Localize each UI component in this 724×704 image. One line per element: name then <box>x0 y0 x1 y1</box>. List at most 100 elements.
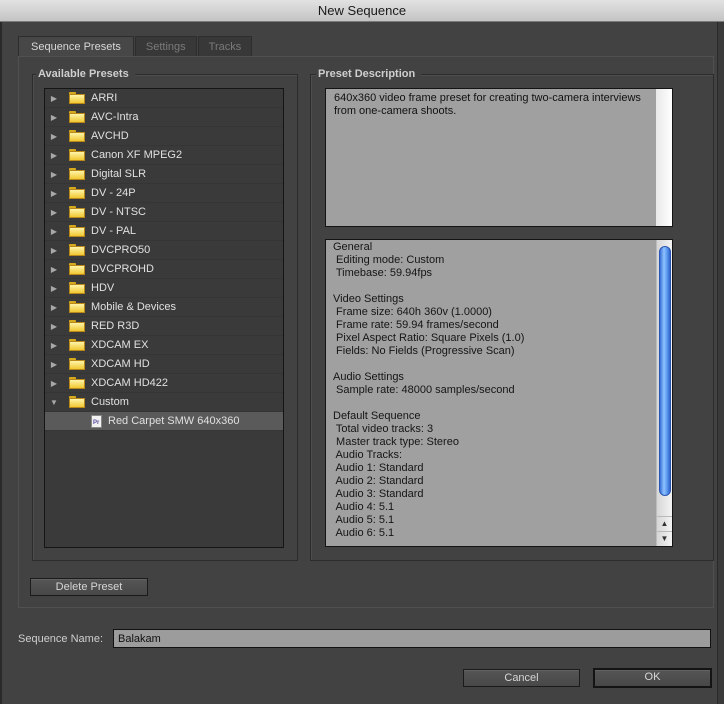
available-presets-title: Available Presets <box>36 68 135 80</box>
folder-icon <box>69 358 85 370</box>
preset-folder[interactable]: ▶ DV - 24P <box>45 184 283 203</box>
folder-icon <box>69 168 85 180</box>
preset-folder[interactable]: ▶ HDV <box>45 279 283 298</box>
tab-settings[interactable]: Settings <box>134 36 197 56</box>
preset-folder[interactable]: ▶ DVCPROHD <box>45 260 283 279</box>
detail-line: Fields: No Fields (Progressive Scan) <box>333 345 515 357</box>
preset-folder[interactable]: ▶ DVCPRO50 <box>45 241 283 260</box>
folder-icon <box>69 225 85 237</box>
tree-item-label: RED R3D <box>91 320 140 332</box>
preset-folder[interactable]: ▶ AVC-Intra <box>45 108 283 127</box>
disclosure-collapsed-icon[interactable]: ▶ <box>50 341 58 350</box>
tree-item-label: XDCAM EX <box>91 339 149 351</box>
detail-line: General <box>333 241 373 253</box>
preset-folder[interactable]: ▶ AVCHD <box>45 127 283 146</box>
preset-item[interactable]: Pr Red Carpet SMW 640x360 <box>45 412 283 431</box>
tree-item-label: DVCPRO50 <box>91 244 151 256</box>
detail-line: Frame rate: 59.94 frames/second <box>333 319 499 331</box>
details-scrollbar-thumb[interactable] <box>659 246 671 496</box>
disclosure-collapsed-icon[interactable]: ▶ <box>50 246 58 255</box>
tab-bar: Sequence Presets Settings Tracks <box>18 36 253 56</box>
detail-line: Sample rate: 48000 samples/second <box>333 384 515 396</box>
disclosure-collapsed-icon[interactable]: ▶ <box>50 132 58 141</box>
detail-line: Default Sequence <box>333 410 421 422</box>
tree-item-label: Mobile & Devices <box>91 301 176 313</box>
cancel-button[interactable]: Cancel <box>463 669 580 687</box>
disclosure-collapsed-icon[interactable]: ▶ <box>50 227 58 236</box>
disclosure-collapsed-icon[interactable]: ▶ <box>50 208 58 217</box>
folder-icon <box>69 339 85 351</box>
disclosure-collapsed-icon[interactable]: ▶ <box>50 113 58 122</box>
disclosure-collapsed-icon[interactable]: ▶ <box>50 170 58 179</box>
window-title-bar: New Sequence <box>0 0 724 22</box>
preset-folder[interactable]: ▶ Digital SLR <box>45 165 283 184</box>
delete-preset-button[interactable]: Delete Preset <box>30 578 148 596</box>
tree-item-label: Canon XF MPEG2 <box>91 149 183 161</box>
tree-item-label: Red Carpet SMW 640x360 <box>108 415 240 427</box>
detail-line: Audio 5: 5.1 <box>333 514 395 526</box>
detail-line: Audio 2: Standard <box>333 475 424 487</box>
folder-icon <box>69 206 85 218</box>
detail-line: Frame size: 640h 360v (1.0000) <box>333 306 492 318</box>
preset-folder[interactable]: ▶ XDCAM HD <box>45 355 283 374</box>
preset-folder[interactable]: ▼ Custom <box>45 393 283 412</box>
detail-line: Audio Tracks: <box>333 449 403 461</box>
preset-folder[interactable]: ▶ RED R3D <box>45 317 283 336</box>
disclosure-collapsed-icon[interactable]: ▶ <box>50 303 58 312</box>
description-scrollbar-track[interactable] <box>656 89 672 226</box>
folder-icon <box>69 149 85 161</box>
disclosure-collapsed-icon[interactable]: ▶ <box>50 265 58 274</box>
detail-line: Audio 4: 5.1 <box>333 501 395 513</box>
preset-details-box: General Editing mode: Custom Timebase: 5… <box>325 239 673 547</box>
folder-icon <box>69 263 85 275</box>
disclosure-collapsed-icon[interactable]: ▶ <box>50 94 58 103</box>
detail-line <box>333 280 652 293</box>
scroll-up-arrow-icon[interactable]: ▲ <box>657 516 672 530</box>
presets-tree[interactable]: ▶ ARRI ▶ AVC-Intra ▶ AVCHD ▶ Canon XF MPEG2 ▶ Dig… <box>44 88 284 548</box>
detail-line: Timebase: 59.94fps <box>333 267 433 279</box>
tree-item-label: Custom <box>91 396 129 408</box>
tree-item-label: AVCHD <box>91 130 129 142</box>
preset-folder[interactable]: ▶ Mobile & Devices <box>45 298 283 317</box>
preset-folder[interactable]: ▶ XDCAM EX <box>45 336 283 355</box>
folder-icon <box>69 282 85 294</box>
disclosure-collapsed-icon[interactable]: ▶ <box>50 322 58 331</box>
preset-folder[interactable]: ▶ DV - PAL <box>45 222 283 241</box>
folder-icon <box>69 244 85 256</box>
disclosure-collapsed-icon[interactable]: ▶ <box>50 151 58 160</box>
detail-line: Audio 1: Standard <box>333 462 424 474</box>
tree-item-label: DV - PAL <box>91 225 137 237</box>
detail-line: Total video tracks: 3 <box>333 423 434 435</box>
preset-folder[interactable]: ▶ DV - NTSC <box>45 203 283 222</box>
folder-icon <box>69 377 85 389</box>
folder-icon <box>69 301 85 313</box>
disclosure-collapsed-icon[interactable]: ▶ <box>50 189 58 198</box>
detail-line: Master track type: Stereo <box>333 436 459 448</box>
disclosure-collapsed-icon[interactable]: ▶ <box>50 284 58 293</box>
tree-item-label: DV - NTSC <box>91 206 146 218</box>
sequence-name-input[interactable] <box>113 629 711 648</box>
disclosure-collapsed-icon[interactable]: ▶ <box>50 379 58 388</box>
folder-icon <box>69 320 85 332</box>
tab-sequence-presets[interactable]: Sequence Presets <box>18 36 134 56</box>
tree-item-label: XDCAM HD <box>91 358 150 370</box>
tree-item-label: DV - 24P <box>91 187 136 199</box>
detail-line: Audio Settings <box>333 371 404 383</box>
preset-folder[interactable]: ▶ ARRI <box>45 89 283 108</box>
details-scrollbar[interactable]: ▲ ▼ <box>656 240 672 546</box>
tab-tracks[interactable]: Tracks <box>197 36 253 56</box>
window-title: New Sequence <box>317 3 407 18</box>
scroll-down-arrow-icon[interactable]: ▼ <box>657 531 672 545</box>
tree-item-label: Digital SLR <box>91 168 147 180</box>
detail-line: Audio 3: Standard <box>333 488 424 500</box>
folder-icon <box>69 92 85 104</box>
preset-description-text-box: 640x360 video frame preset for creating … <box>325 88 673 227</box>
preset-description-title: Preset Description <box>316 68 422 80</box>
disclosure-collapsed-icon[interactable]: ▶ <box>50 360 58 369</box>
disclosure-expanded-icon[interactable]: ▼ <box>50 398 58 407</box>
detail-line <box>333 397 652 410</box>
preset-folder[interactable]: ▶ Canon XF MPEG2 <box>45 146 283 165</box>
tree-item-label: AVC-Intra <box>91 111 139 123</box>
ok-button[interactable]: OK <box>593 668 712 688</box>
preset-folder[interactable]: ▶ XDCAM HD422 <box>45 374 283 393</box>
